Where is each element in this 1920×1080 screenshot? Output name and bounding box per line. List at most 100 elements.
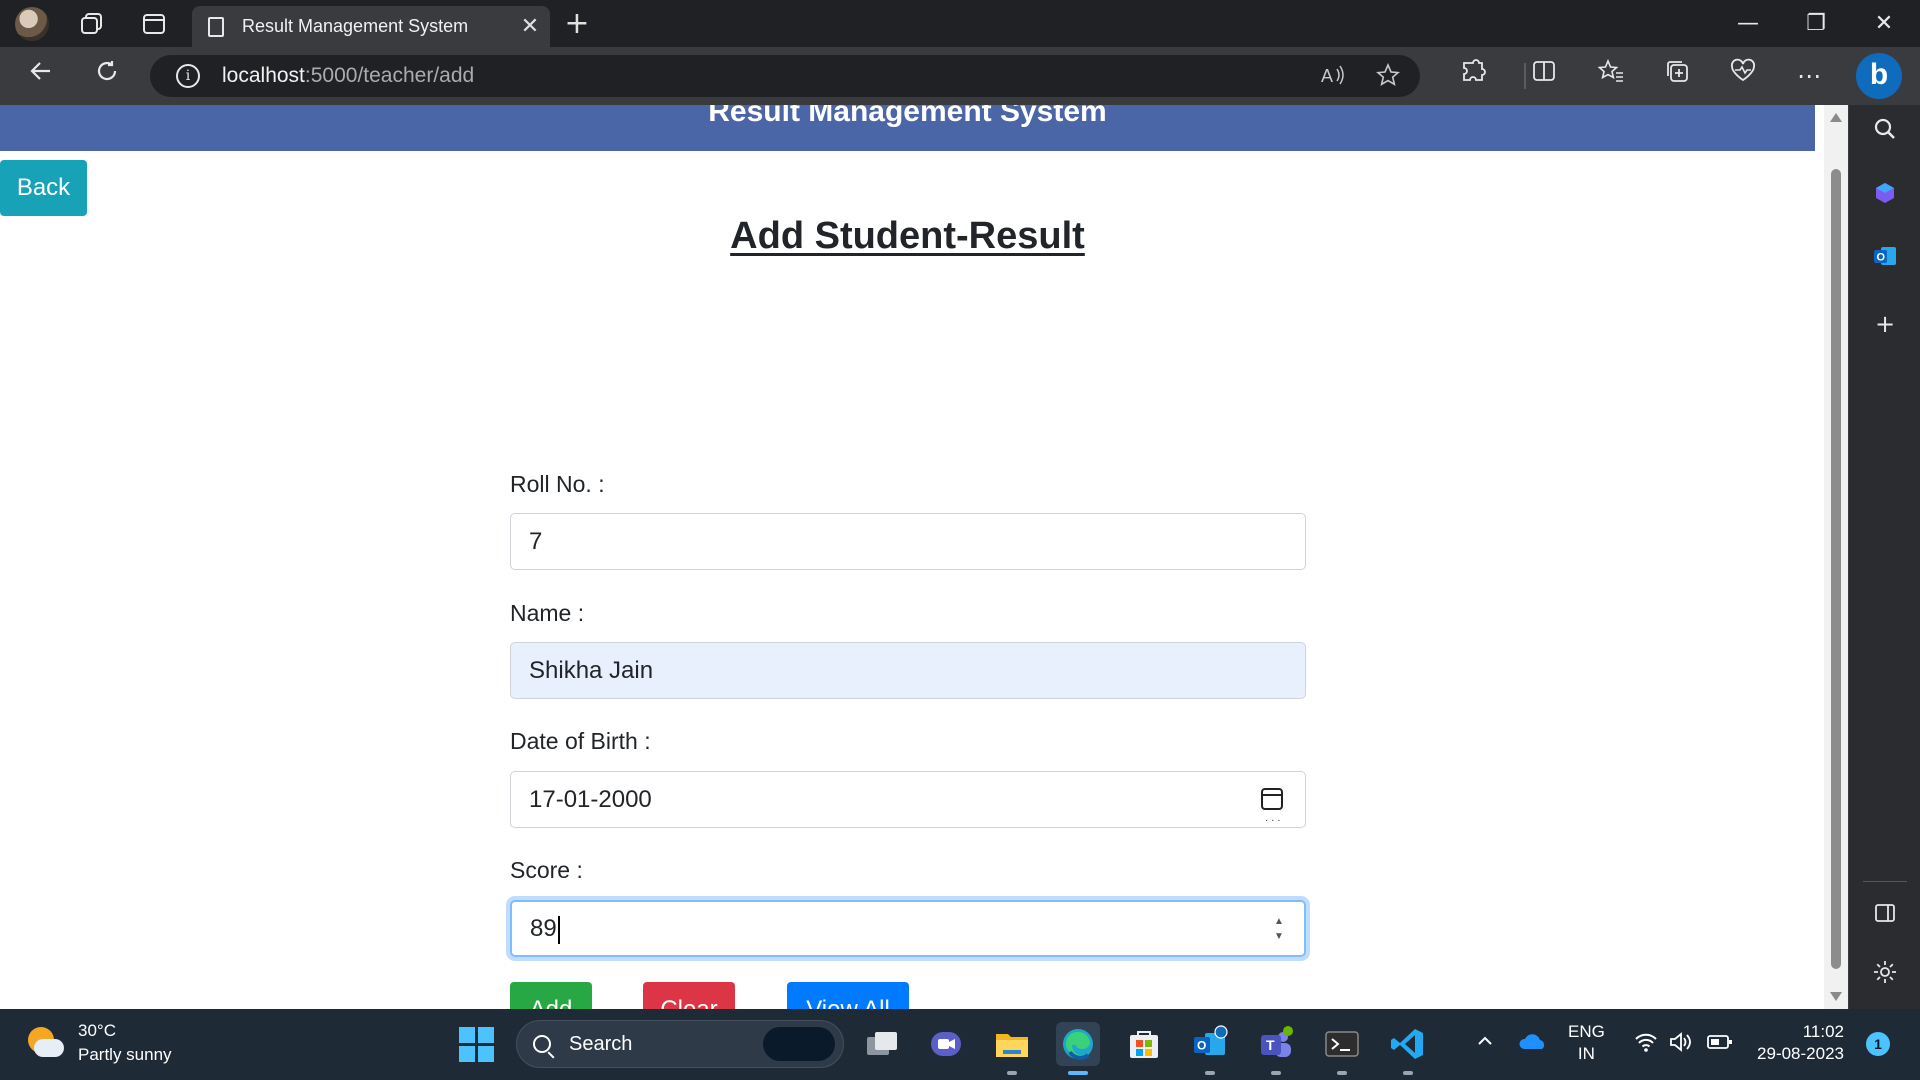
extensions-icon[interactable] [1454, 57, 1492, 95]
language-code: ENG [1568, 1022, 1605, 1041]
outlook-preview-icon[interactable]: O [1188, 1022, 1232, 1075]
site-header: Result Management System [0, 105, 1815, 151]
restore-button[interactable]: ❐ [1788, 4, 1844, 44]
volume-icon[interactable] [1668, 1031, 1694, 1058]
teams-chat-icon[interactable] [924, 1022, 968, 1066]
tab-actions-icon [143, 14, 165, 34]
tab-result-management[interactable]: Result Management System ✕ [192, 6, 550, 47]
sidebar-search-icon[interactable] [1865, 114, 1905, 154]
copilot-icon[interactable] [1865, 178, 1905, 218]
browser-tab-strip: Result Management System ✕ + — ❐ ✕ [0, 0, 1920, 47]
favorite-star-icon[interactable] [1376, 62, 1400, 93]
calendar-icon[interactable] [1261, 788, 1283, 848]
wifi-icon[interactable] [1634, 1031, 1658, 1058]
new-tab-button[interactable]: + [560, 8, 594, 42]
minimize-button[interactable]: — [1720, 4, 1776, 44]
back-button[interactable]: Back [0, 160, 87, 216]
browser-essentials-icon[interactable] [1724, 57, 1762, 95]
date-of-birth-input[interactable]: 17-01-2000 [510, 771, 1306, 848]
profile-avatar[interactable] [14, 6, 50, 42]
dob-label: Date of Birth : [510, 728, 651, 754]
name-input[interactable]: Shikha Jain [510, 642, 1306, 699]
windows-taskbar: 30°C Partly sunny Search O T ENG IN 11:0… [0, 1009, 1920, 1080]
close-window-button[interactable]: ✕ [1856, 4, 1912, 44]
microsoft-store-icon[interactable] [1122, 1022, 1166, 1066]
svg-text:T: T [1266, 1037, 1275, 1053]
search-label: Search [569, 1032, 633, 1055]
number-spinner-icon[interactable]: ▲ ▼ [1272, 914, 1286, 944]
scroll-thumb[interactable] [1831, 169, 1841, 969]
taskbar-search[interactable]: Search [516, 1020, 844, 1068]
search-highlight-image [763, 1027, 835, 1061]
show-hidden-icons-chevron-icon[interactable] [1475, 1031, 1495, 1056]
partly-sunny-icon [24, 1023, 64, 1063]
notification-badge[interactable]: 1 [1866, 1032, 1890, 1056]
language-region: IN [1577, 1044, 1595, 1063]
roll-value: 7 [529, 528, 543, 555]
onedrive-icon[interactable] [1518, 1031, 1548, 1058]
running-indicator [1007, 1071, 1017, 1075]
task-view-icon[interactable] [860, 1022, 904, 1066]
favorites-icon[interactable] [1592, 57, 1630, 95]
edge-browser-icon[interactable] [1056, 1022, 1100, 1075]
svg-text:A: A [1321, 66, 1333, 86]
clock[interactable]: 11:02 29-08-2023 [1754, 1021, 1844, 1065]
refresh-icon[interactable] [88, 57, 126, 95]
sidebar-divider [1863, 881, 1907, 882]
hide-sidebar-icon[interactable] [1865, 897, 1905, 937]
input-language[interactable]: ENG IN [1568, 1021, 1605, 1065]
text-caret [557, 915, 560, 944]
back-arrow-icon[interactable] [22, 57, 60, 95]
sidebar-settings-gear-icon[interactable] [1865, 957, 1905, 997]
vscode-icon[interactable] [1386, 1022, 1430, 1075]
tab-title: Result Management System [242, 16, 469, 36]
clock-time: 11:02 [1802, 1022, 1844, 1041]
view-all-button[interactable]: View All [787, 982, 909, 1009]
microsoft-teams-icon[interactable]: T [1254, 1022, 1298, 1075]
roll-number-input[interactable]: 7 [510, 513, 1306, 570]
read-aloud-icon[interactable]: A [1320, 63, 1346, 93]
running-indicator [1205, 1071, 1215, 1075]
vertical-tabs-button[interactable] [136, 6, 172, 42]
running-indicator [1403, 1071, 1413, 1075]
add-button[interactable]: Add [510, 982, 592, 1009]
site-info-icon[interactable]: i [176, 64, 200, 88]
scroll-up-icon[interactable] [1830, 113, 1842, 122]
address-bar[interactable]: i localhost:5000/teacher/add A [150, 55, 1420, 97]
clear-button[interactable]: Clear [643, 982, 735, 1009]
roll-label: Roll No. : [510, 471, 605, 497]
dob-value: 17-01-2000 [529, 786, 652, 813]
scroll-down-icon[interactable] [1830, 992, 1842, 1001]
weather-widget[interactable]: 30°C Partly sunny [24, 1019, 172, 1067]
avatar [15, 7, 49, 41]
collections-icon[interactable] [1658, 57, 1696, 95]
edge-sidebar: O + [1848, 105, 1920, 1009]
score-value: 89 [530, 915, 557, 942]
battery-icon[interactable] [1706, 1031, 1734, 1058]
more-options-icon[interactable]: ⋯ [1790, 57, 1828, 95]
page-title: Add Student-Result [730, 215, 1085, 257]
score-input[interactable]: 89 ▲ ▼ [510, 900, 1306, 957]
name-label: Name : [510, 600, 585, 626]
start-button[interactable] [454, 1022, 498, 1066]
clock-date: 29-08-2023 [1757, 1044, 1844, 1063]
windows-logo-icon [458, 1026, 494, 1062]
search-icon [533, 1035, 551, 1053]
weather-temperature: 30°C [78, 1021, 116, 1040]
outlook-icon[interactable]: O [1865, 241, 1905, 281]
running-indicator [1337, 1071, 1347, 1075]
workspaces-icon [81, 13, 102, 34]
add-sidebar-app-icon[interactable]: + [1865, 304, 1905, 344]
file-explorer-icon[interactable] [990, 1022, 1034, 1075]
bing-copilot-icon[interactable]: b [1856, 53, 1902, 99]
workspaces-button[interactable] [74, 6, 110, 42]
svg-text:O: O [1877, 252, 1886, 264]
running-indicator [1271, 1071, 1281, 1075]
site-header-title: Result Management System [708, 105, 1107, 128]
browser-toolbar: i localhost:5000/teacher/add A ⋯ b [0, 47, 1920, 105]
terminal-icon[interactable] [1320, 1022, 1364, 1075]
page-scrollbar[interactable] [1824, 105, 1848, 1009]
split-screen-icon[interactable] [1525, 57, 1563, 95]
tab-close-icon[interactable]: ✕ [510, 14, 550, 39]
url-host: localhost [222, 64, 305, 87]
